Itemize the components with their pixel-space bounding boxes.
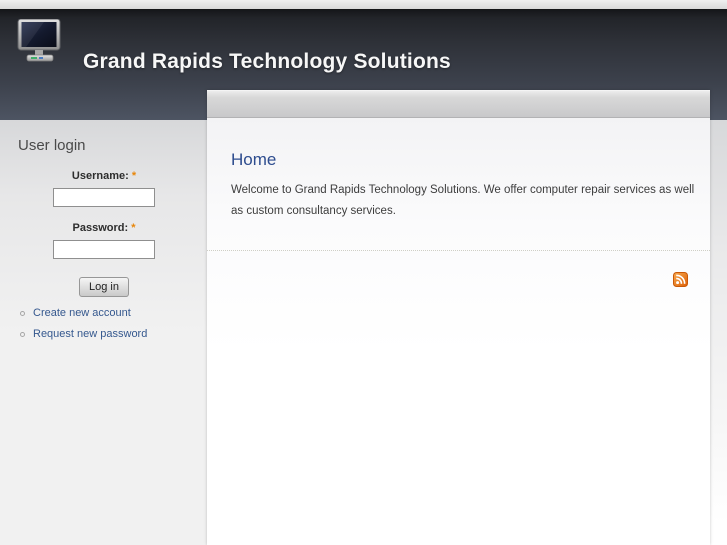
user-login-form: Username: * Password: * Log in	[52, 170, 156, 297]
computer-monitor-icon	[14, 18, 64, 69]
site-logo[interactable]	[14, 18, 64, 65]
list-item: Create new account	[20, 307, 207, 319]
top-edge-strip	[0, 0, 727, 9]
login-links-list: Create new account Request new password	[20, 307, 207, 340]
log-in-button[interactable]: Log in	[79, 277, 129, 297]
circle-bullet-icon	[20, 331, 25, 337]
menu-bar	[207, 90, 710, 118]
create-new-account-link[interactable]: Create new account	[33, 307, 131, 319]
request-new-password-link[interactable]: Request new password	[33, 328, 147, 340]
main-panel: Home Welcome to Grand Rapids Technology …	[207, 90, 710, 545]
user-login-title: User login	[18, 137, 86, 154]
sidebar: User login Username: * Password: * Log i…	[0, 120, 207, 349]
username-label: Username: *	[71, 170, 137, 182]
required-marker: *	[131, 222, 136, 234]
password-label: Password: *	[72, 222, 136, 234]
circle-bullet-icon	[20, 310, 25, 316]
welcome-text: Welcome to Grand Rapids Technology Solut…	[231, 184, 695, 217]
content-area: Home Welcome to Grand Rapids Technology …	[207, 118, 710, 545]
username-input[interactable]	[53, 188, 155, 207]
right-margin-background	[710, 120, 727, 545]
content-divider	[207, 250, 710, 251]
password-input[interactable]	[53, 240, 155, 259]
rss-feed-icon[interactable]	[673, 272, 688, 287]
page-title: Home	[231, 150, 277, 169]
required-marker: *	[131, 170, 137, 182]
list-item: Request new password	[20, 328, 207, 340]
site-title[interactable]: Grand Rapids Technology Solutions	[83, 50, 451, 74]
